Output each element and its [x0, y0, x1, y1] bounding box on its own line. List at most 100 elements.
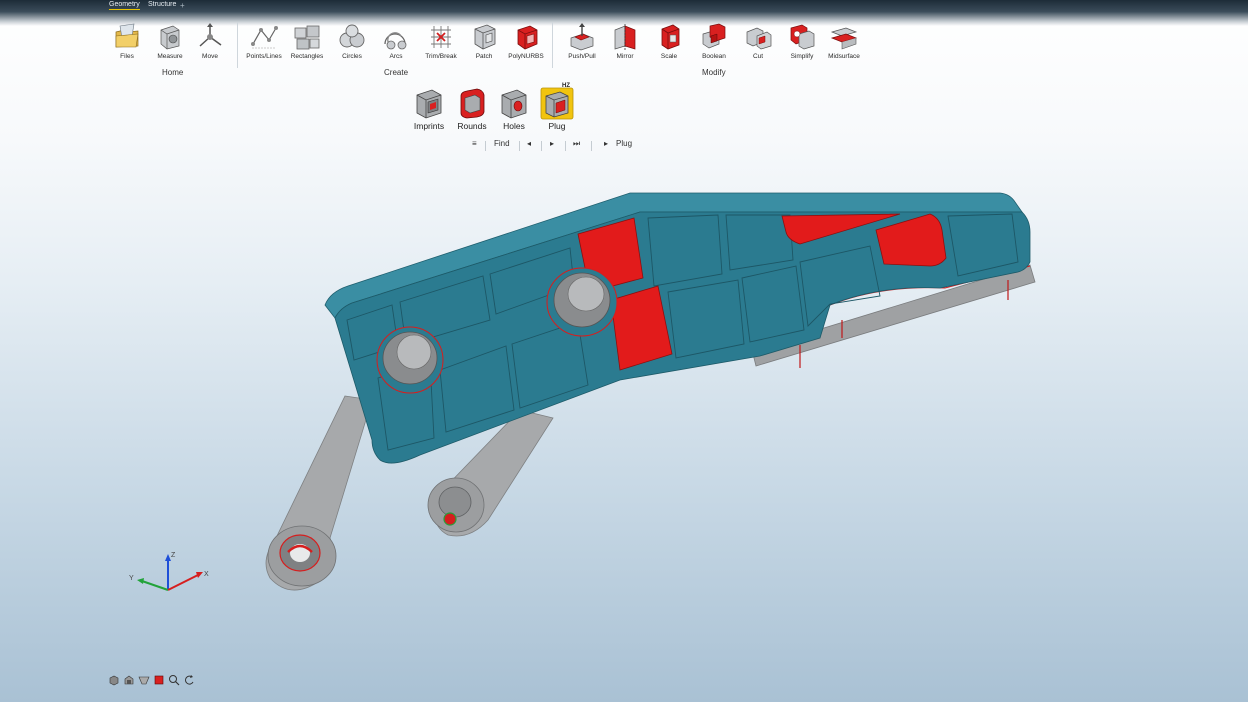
boolean-icon — [702, 23, 726, 49]
x-axis-label: X — [204, 571, 209, 578]
tab-geometry[interactable]: Geometry — [109, 1, 140, 10]
points-lines-label: Points/Lines — [246, 53, 282, 60]
left-arm-hole-inner — [290, 544, 310, 562]
imprints-icon — [416, 89, 442, 119]
highlight-face — [781, 213, 901, 245]
files-button[interactable]: Files — [105, 22, 149, 60]
plug-button[interactable]: HZ Plug — [532, 83, 582, 131]
scale-button[interactable]: Scale — [647, 22, 691, 60]
left-arm-hole-fillet — [287, 544, 313, 553]
body-boss — [376, 326, 444, 394]
gray-flange — [751, 264, 1036, 367]
midsurface-button[interactable]: Midsurface — [822, 22, 866, 60]
plug-run-button[interactable]: Plug — [616, 139, 632, 148]
next-icon[interactable]: ▸ — [550, 139, 554, 148]
find-button[interactable]: Find — [494, 139, 510, 148]
boolean-label: Boolean — [702, 53, 726, 60]
body-top-face — [324, 192, 1023, 319]
cut-button[interactable]: Cut — [736, 22, 780, 60]
z-axis-label: Z — [171, 552, 176, 559]
modify-group-label: Modify — [702, 68, 726, 77]
plug-label: Plug — [548, 121, 566, 131]
exit-icon[interactable]: ⏭ — [573, 139, 580, 149]
push-pull-label: Push/Pull — [568, 53, 596, 60]
rounds-icon — [460, 88, 485, 119]
create-group-label: Create — [384, 68, 409, 77]
ribbon-separator — [552, 22, 553, 68]
body-boss — [546, 267, 618, 337]
measure-button[interactable]: Measure — [148, 22, 192, 60]
x-axis — [167, 574, 199, 591]
highlight-face — [610, 285, 673, 371]
axis-triad: Z Y X — [129, 552, 209, 591]
add-tab-button[interactable]: + — [180, 1, 185, 10]
measure-label: Measure — [157, 53, 183, 60]
mirror-label: Mirror — [616, 53, 634, 60]
move-button[interactable]: Move — [188, 22, 232, 60]
body-boss-pin-cap — [567, 276, 605, 312]
circles-icon — [339, 24, 365, 48]
polynurbs-icon — [517, 25, 538, 50]
move-label: Move — [202, 53, 218, 60]
scale-label: Scale — [660, 53, 678, 60]
patch-button[interactable]: Patch — [462, 22, 506, 60]
highlight-face — [577, 217, 644, 293]
highlight-face — [875, 213, 947, 267]
mirror-button[interactable]: Mirror — [603, 22, 647, 60]
push-pull-button[interactable]: Push/Pull — [560, 22, 604, 60]
move-icon — [199, 23, 222, 47]
patch-label: Patch — [475, 53, 493, 60]
rectangles-icon — [294, 25, 320, 50]
points-lines-button[interactable]: Points/Lines — [242, 22, 286, 60]
measure-icon — [160, 25, 180, 50]
red-edge — [829, 265, 1031, 306]
red-square-icon[interactable] — [153, 674, 165, 686]
points-lines-icon — [251, 26, 278, 49]
midsurface-icon — [830, 27, 858, 50]
view-cube-icon[interactable] — [108, 674, 120, 686]
home-group-label: Home — [162, 68, 184, 77]
boolean-button[interactable]: Boolean — [692, 22, 736, 60]
trim-break-button[interactable]: Trim/Break — [419, 22, 463, 60]
arcs-icon — [384, 32, 407, 50]
arcs-button[interactable]: Arcs — [374, 22, 418, 60]
polynurbs-button[interactable]: PolyNURBS — [504, 22, 548, 60]
zoom-icon[interactable] — [168, 674, 180, 686]
body-side-face — [334, 211, 1031, 464]
section-icon[interactable] — [138, 674, 150, 686]
left-arm-hole — [279, 534, 321, 572]
simplify-button[interactable]: Simplify — [780, 22, 824, 60]
find-bar-separator — [591, 141, 592, 151]
trim-break-label: Trim/Break — [425, 53, 457, 60]
circles-button[interactable]: Circles — [330, 22, 374, 60]
trim-break-icon — [431, 26, 451, 48]
ribbon-separator — [237, 22, 238, 68]
right-arm-boss — [427, 477, 485, 533]
circles-label: Circles — [342, 53, 362, 60]
find-bar-separator — [565, 141, 566, 151]
rotate-icon[interactable] — [183, 674, 195, 686]
previous-icon[interactable]: ◂ — [527, 139, 531, 148]
rectangles-label: Rectangles — [290, 53, 324, 60]
tab-structure[interactable]: Structure — [148, 1, 176, 8]
find-bar-separator — [541, 141, 542, 151]
body-boss-pin-cap — [396, 334, 432, 370]
left-arm — [265, 395, 373, 591]
push-pull-icon — [570, 23, 594, 51]
tool-menu-icon[interactable]: ≡ — [472, 139, 477, 148]
scale-icon — [661, 24, 680, 50]
left-arm-boss — [267, 525, 337, 587]
run-icon[interactable]: ▸ — [604, 139, 608, 148]
files-label: Files — [120, 53, 134, 60]
folder-icon — [115, 23, 139, 48]
plug-icon — [540, 87, 574, 120]
polynurbs-label: PolyNURBS — [508, 53, 544, 60]
plug-hotkey-badge: HZ — [562, 83, 570, 89]
body-boss-pin — [553, 272, 611, 328]
right-arm — [434, 409, 554, 537]
y-axis — [141, 580, 169, 591]
rectangles-button[interactable]: Rectangles — [285, 22, 329, 60]
render-icon[interactable] — [123, 674, 135, 686]
right-arm-pin — [438, 486, 472, 518]
y-axis-label: Y — [129, 575, 134, 582]
